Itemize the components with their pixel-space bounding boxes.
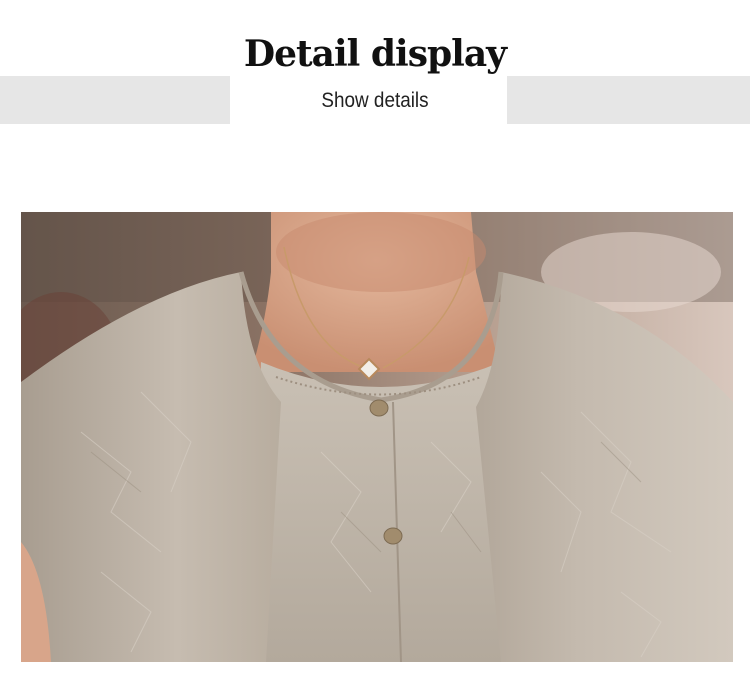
product-detail-photo: [21, 212, 733, 662]
section-subtitle: Show details: [321, 89, 429, 112]
section-title: Detail display: [243, 33, 507, 75]
